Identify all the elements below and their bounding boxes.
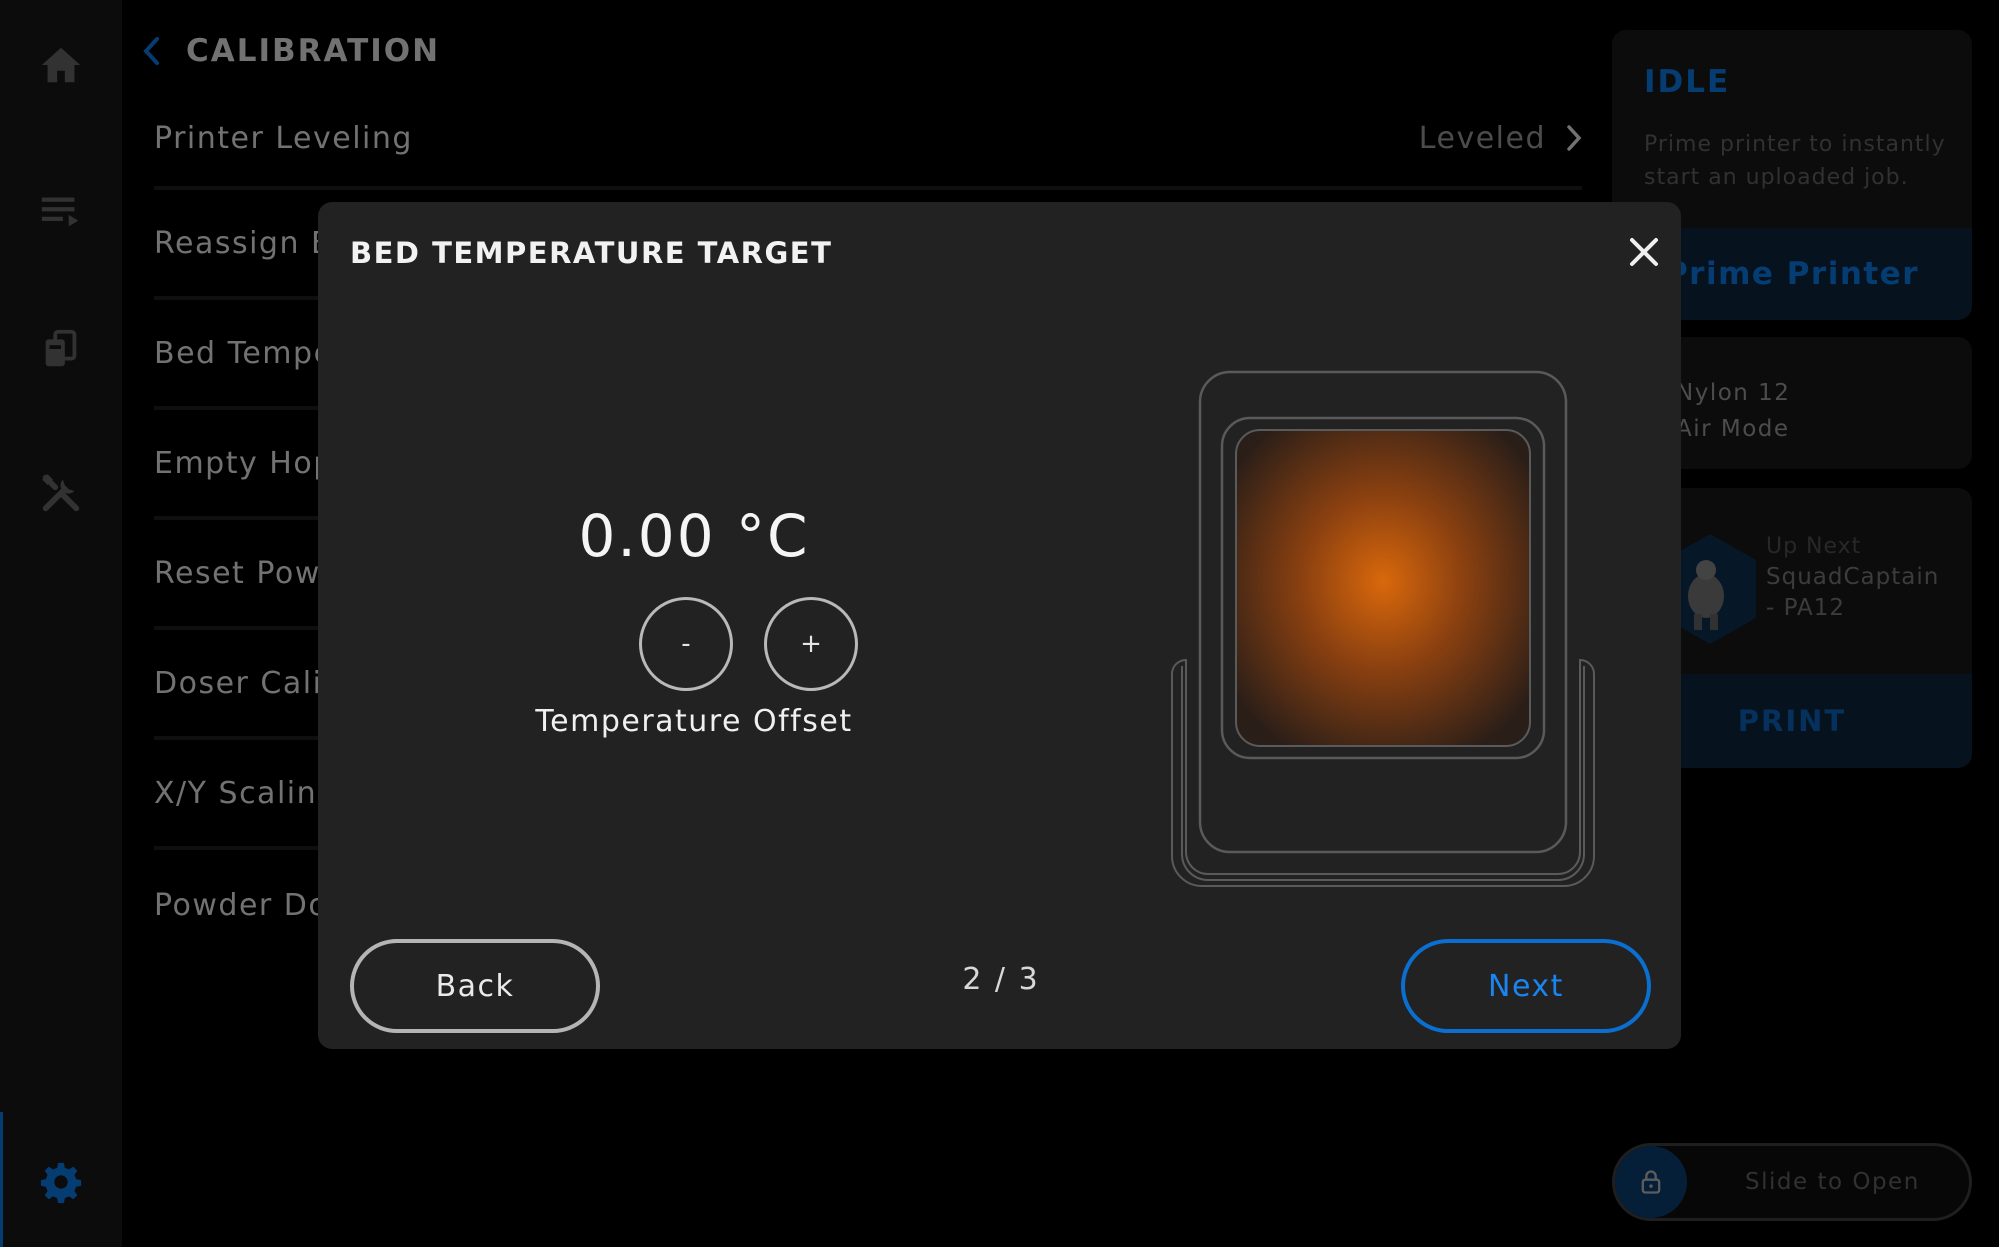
temperature-offset-label: Temperature Offset	[535, 704, 853, 739]
temperature-value: 0.00 °C	[578, 502, 810, 570]
increase-offset-button[interactable]: +	[764, 597, 858, 691]
back-button[interactable]: Back	[350, 939, 600, 1033]
dialog-title: BED TEMPERATURE TARGET	[350, 236, 833, 270]
next-button[interactable]: Next	[1401, 939, 1651, 1033]
close-icon[interactable]	[1624, 232, 1664, 272]
decrease-offset-button[interactable]: -	[639, 597, 733, 691]
step-indicator: 2 / 3	[962, 962, 1040, 997]
bed-temperature-dialog: BED TEMPERATURE TARGET 0.00 °C - + Tempe…	[318, 202, 1681, 1049]
print-bed-illustration	[1138, 366, 1628, 892]
